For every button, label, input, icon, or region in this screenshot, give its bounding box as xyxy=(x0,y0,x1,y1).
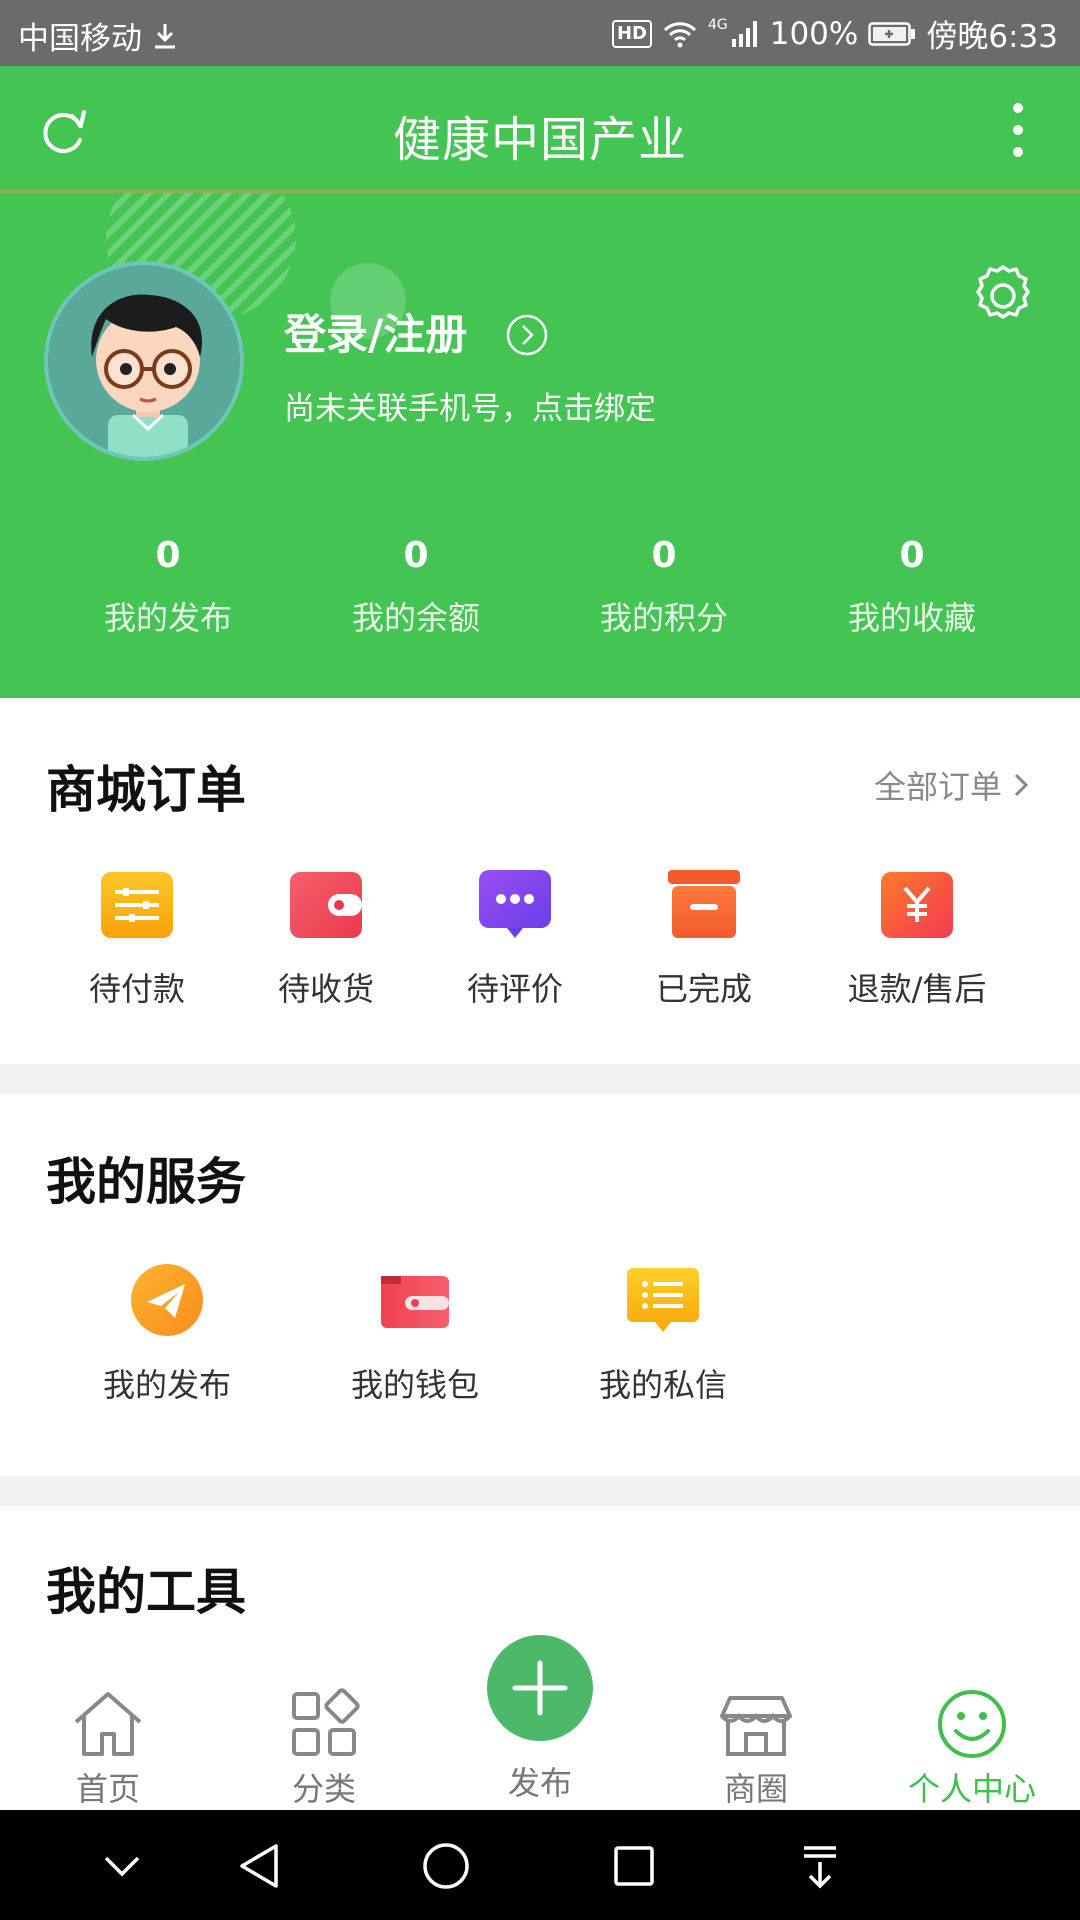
order-pending-payment[interactable]: 待付款 xyxy=(47,866,227,1010)
wallet-icon xyxy=(381,1276,449,1328)
pending-payment-icon xyxy=(101,872,173,938)
more-vertical-icon[interactable] xyxy=(994,100,1042,160)
completed-box-icon xyxy=(668,870,740,938)
tab-label: 分类 xyxy=(291,1770,356,1808)
all-orders-link[interactable]: 全部订单 xyxy=(874,762,1030,808)
service-label: 我的私信 xyxy=(598,1366,727,1404)
profile-section: 登录/注册 尚未关联手机号，点击绑定 0 我的发布 0 我的余额 0 我的积分 … xyxy=(0,193,1080,698)
stat-my-posts[interactable]: 0 我的发布 xyxy=(43,533,293,639)
stat-my-favorites[interactable]: 0 我的收藏 xyxy=(787,533,1037,639)
wifi-icon xyxy=(663,21,697,47)
status-bar: 中国移动 HD 4G 100% 傍晚6:33 xyxy=(0,0,1080,66)
stat-value: 0 xyxy=(403,535,429,576)
all-orders-label: 全部订单 xyxy=(873,768,1002,806)
pending-receipt-icon xyxy=(290,872,362,938)
orders-card: 商城订单 全部订单 待付款 待收货 待评价 已完成 退款/售后 xyxy=(0,698,1080,1064)
paper-plane-icon xyxy=(131,1264,203,1336)
order-completed[interactable]: 已完成 xyxy=(614,866,794,1010)
tools-title: 我的工具 xyxy=(46,1563,246,1621)
tab-business-circle[interactable]: 商圈 xyxy=(676,1686,836,1810)
back-icon[interactable] xyxy=(232,1838,288,1894)
chevron-right-circle-icon[interactable] xyxy=(505,313,549,357)
download-icon xyxy=(155,23,175,48)
stat-value: 0 xyxy=(155,535,181,576)
stat-value: 0 xyxy=(899,535,925,576)
orders-title: 商城订单 xyxy=(46,761,246,819)
battery-percent: 100% xyxy=(769,15,859,52)
cartoon-avatar-icon xyxy=(91,294,203,457)
service-my-messages[interactable]: 我的私信 xyxy=(573,1262,753,1406)
smile-icon xyxy=(938,1690,1006,1758)
chevron-right-icon xyxy=(1014,773,1029,797)
services-title: 我的服务 xyxy=(46,1153,246,1211)
order-label: 待收货 xyxy=(277,970,374,1008)
settings-gear-icon[interactable] xyxy=(968,261,1038,331)
message-icon xyxy=(627,1268,699,1332)
tools-card: 我的工具 xyxy=(0,1506,1080,1646)
order-label: 待付款 xyxy=(88,970,185,1008)
tab-label: 商圈 xyxy=(723,1770,788,1808)
order-label: 退款/售后 xyxy=(847,970,987,1008)
service-my-posts[interactable]: 我的发布 xyxy=(77,1262,257,1406)
network-type: 4G xyxy=(707,16,728,33)
tab-home[interactable]: 首页 xyxy=(28,1686,188,1810)
chevron-down-icon[interactable] xyxy=(94,1838,150,1894)
service-my-wallet[interactable]: 我的钱包 xyxy=(325,1262,505,1406)
stat-label: 我的发布 xyxy=(103,599,232,637)
order-label: 待评价 xyxy=(466,970,563,1008)
page-title: 健康中国产业 xyxy=(392,112,687,168)
hd-badge: HD xyxy=(611,19,652,48)
avatar[interactable] xyxy=(44,261,244,461)
tab-publish-label[interactable]: 发布 xyxy=(480,1758,600,1804)
status-right: HD 4G 100% 傍晚6:33 xyxy=(611,11,1058,56)
publish-fab-button[interactable] xyxy=(487,1635,593,1741)
signal-icon xyxy=(731,20,757,47)
order-pending-receipt[interactable]: 待收货 xyxy=(236,866,416,1010)
tab-category[interactable]: 分类 xyxy=(244,1686,404,1810)
order-refund[interactable]: 退款/售后 xyxy=(827,866,1007,1010)
battery-icon xyxy=(868,21,916,46)
tab-profile[interactable]: 个人中心 xyxy=(892,1686,1052,1810)
bind-phone-tip[interactable]: 尚未关联手机号，点击绑定 xyxy=(284,383,656,428)
store-icon xyxy=(720,1696,792,1756)
login-register-link[interactable]: 登录/注册 xyxy=(284,301,467,362)
notification-pulldown-icon[interactable] xyxy=(792,1838,848,1894)
plus-icon xyxy=(512,1660,568,1716)
service-label: 我的钱包 xyxy=(350,1366,479,1404)
system-navigation-bar xyxy=(0,1810,1080,1920)
clock: 傍晚6:33 xyxy=(926,19,1058,55)
services-card: 我的服务 我的发布 我的钱包 我的私信 xyxy=(0,1094,1080,1476)
stat-label: 我的积分 xyxy=(599,599,728,637)
category-icon xyxy=(292,1688,360,1756)
service-label: 我的发布 xyxy=(102,1366,231,1404)
refund-icon xyxy=(881,872,953,938)
stat-value: 0 xyxy=(651,535,677,576)
recents-icon[interactable] xyxy=(606,1838,662,1894)
order-label: 已完成 xyxy=(655,970,752,1008)
app-header: 健康中国产业 xyxy=(0,66,1080,190)
tab-label: 个人中心 xyxy=(907,1770,1036,1808)
stat-my-points[interactable]: 0 我的积分 xyxy=(539,533,789,639)
pending-review-icon xyxy=(479,870,551,938)
carrier-label: 中国移动 xyxy=(18,21,142,57)
carrier-info: 中国移动 xyxy=(18,13,180,58)
home-button-icon[interactable] xyxy=(418,1838,474,1894)
tab-label: 首页 xyxy=(75,1770,140,1808)
home-icon xyxy=(74,1692,142,1756)
stat-label: 我的余额 xyxy=(351,599,480,637)
stat-my-balance[interactable]: 0 我的余额 xyxy=(291,533,541,639)
order-pending-review[interactable]: 待评价 xyxy=(425,866,605,1010)
stat-label: 我的收藏 xyxy=(847,599,976,637)
